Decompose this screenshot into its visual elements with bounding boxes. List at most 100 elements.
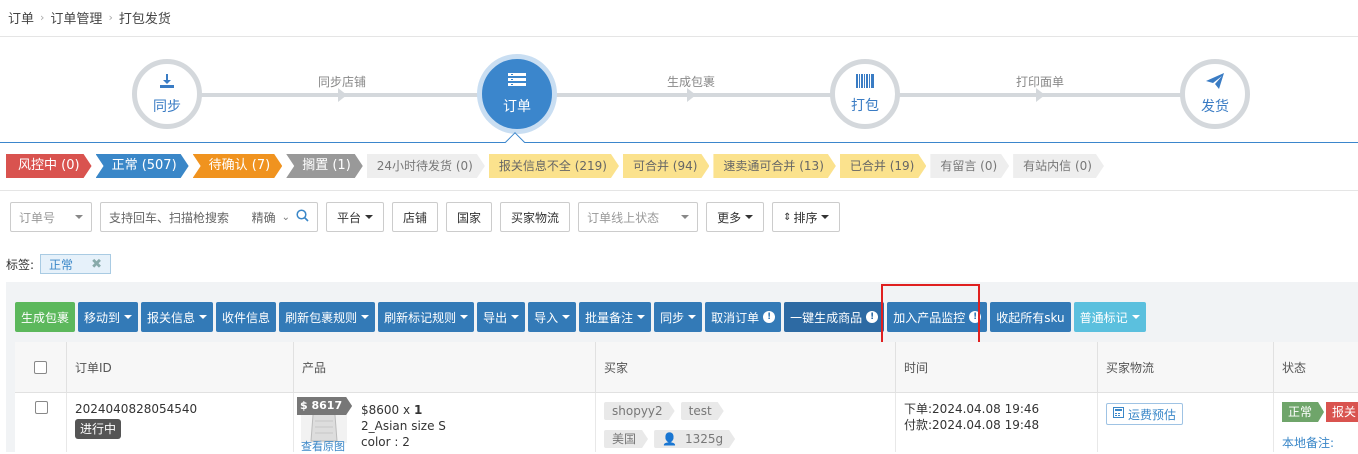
user-icon: 👤: [662, 432, 677, 446]
platform-dropdown[interactable]: 平台: [326, 202, 385, 232]
time-cell: 下单:2024.04.08 19:46 付款:2024.04.08 19:48: [896, 393, 1098, 452]
row-checkbox[interactable]: [35, 401, 48, 414]
buyer-weight: 1325g: [684, 432, 724, 446]
move-to-button[interactable]: 移动到: [78, 302, 139, 332]
refresh-mark-rules-button[interactable]: 刷新标记规则: [378, 302, 475, 332]
info-icon: !: [763, 311, 776, 323]
sync-button[interactable]: 同步: [654, 302, 703, 332]
status-tab-aliexpress-mergeable[interactable]: 速卖通可合并 (13): [713, 154, 835, 178]
status-tag-customs: 报关: [1326, 402, 1358, 422]
generate-package-button[interactable]: 生成包裹: [15, 302, 76, 332]
order-id-cell: 2024040828054540 进行中: [67, 393, 294, 452]
import-button[interactable]: 导入: [528, 302, 577, 332]
qty-multiplier: x: [403, 403, 411, 417]
one-click-generate-product-button[interactable]: 一键生成商品!: [784, 302, 885, 332]
local-remark[interactable]: 本地备注:: [1282, 434, 1334, 451]
refresh-package-rules-button[interactable]: 刷新包裹规则: [279, 302, 376, 332]
step-orders[interactable]: 订单: [477, 54, 557, 134]
normal-mark-button[interactable]: 普通标记: [1073, 302, 1146, 332]
breadcrumb-orders[interactable]: 订单: [8, 8, 34, 27]
header-order-id: 订单ID: [67, 342, 294, 393]
sort-dropdown[interactable]: ⇕ 排序: [772, 202, 841, 232]
more-dropdown[interactable]: 更多: [706, 202, 765, 232]
export-button[interactable]: 导出: [477, 302, 526, 332]
workflow-steps: 同步店铺 生成包裹 打印面单 同步 订单 打包 发货: [0, 37, 1358, 143]
select-label: 订单线上状态: [587, 210, 660, 225]
status-tab-on-hold[interactable]: 搁置 (1): [286, 154, 363, 178]
breadcrumb-pack-ship: 打包发货: [118, 12, 171, 27]
match-mode-select[interactable]: 精确: [252, 209, 276, 226]
arrow-right-icon: [1036, 88, 1045, 102]
product-info: $8600 x 1 2_Asian size S color : 2: [361, 402, 446, 450]
caret-down-icon: [562, 315, 571, 319]
breadcrumb: 订单 › 订单管理 › 打包发货: [8, 8, 171, 27]
price-badge: $ 8617: [297, 397, 352, 415]
breadcrumb-order-management[interactable]: 订单管理: [50, 8, 102, 27]
status-tab-merged[interactable]: 已合并 (19): [840, 154, 926, 178]
product-price: $8600: [361, 403, 400, 417]
recipient-info-button[interactable]: 收件信息: [216, 302, 277, 332]
send-icon: [1206, 72, 1224, 92]
step-sync[interactable]: 同步: [132, 59, 202, 129]
header-buyer-logistics: 买家物流: [1098, 342, 1274, 393]
status-tab-mergeable[interactable]: 可合并 (94): [623, 154, 709, 178]
label-chip-text: 正常: [49, 257, 74, 272]
order-number-select[interactable]: 订单号: [10, 202, 92, 232]
filter-bar: 订单号 支持回车、扫描枪搜索 精确 ⌄ 平台 店铺 国家 买家物流 订单线上状态…: [10, 202, 841, 232]
status-tab-has-message[interactable]: 有留言 (0): [930, 154, 1009, 178]
select-label: 订单号: [19, 210, 56, 225]
buyer-tag-shop: shopyy2: [604, 402, 675, 420]
chevron-down-icon: ⌄: [281, 211, 290, 223]
country-button[interactable]: 国家: [446, 202, 493, 232]
buyer-logistics-button[interactable]: 买家物流: [500, 202, 571, 232]
highlight-box: [881, 284, 980, 350]
buyer-cell: shopyy2 test 美国 👤 1325g: [596, 393, 896, 452]
customs-info-button[interactable]: 报关信息: [141, 302, 214, 332]
status-tab-has-inbox[interactable]: 有站内信 (0): [1013, 154, 1104, 178]
status-tab-24h[interactable]: 24小时待发货 (0): [367, 154, 485, 178]
shop-button[interactable]: 店铺: [392, 202, 439, 232]
caret-down-icon: [365, 215, 374, 219]
search-icon[interactable]: [296, 209, 309, 225]
product-qty: 1: [413, 403, 423, 417]
caret-down-icon: [199, 315, 208, 319]
divider: [0, 190, 1358, 191]
header-status: 状态: [1274, 342, 1358, 393]
list-icon: [508, 72, 526, 92]
label-chip[interactable]: 正常 ✖: [40, 254, 111, 274]
order-time: 下单:2024.04.08 19:46: [904, 402, 1040, 416]
close-icon[interactable]: ✖: [91, 257, 102, 272]
header-buyer: 买家: [596, 342, 896, 393]
status-tab-customs-incomplete[interactable]: 报关信息不全 (219): [489, 154, 619, 178]
product-color: color : 2: [361, 435, 410, 449]
status-tab-pending-confirm[interactable]: 待确认 (7): [193, 154, 283, 178]
status-tab-risk[interactable]: 风控中 (0): [6, 154, 92, 178]
buyer-country: 美国: [604, 430, 648, 448]
header-checkbox-cell: [15, 342, 67, 393]
header-product: 产品: [294, 342, 596, 393]
label-filter: 标签: 正常 ✖: [6, 254, 111, 274]
order-id[interactable]: 2024040828054540: [75, 402, 293, 416]
step-label: 打包: [851, 97, 879, 114]
divider: [0, 142, 1358, 143]
download-icon: [159, 73, 175, 92]
buyer-weight-tag: 👤 1325g: [654, 430, 735, 448]
online-status-select[interactable]: 订单线上状态: [578, 202, 699, 232]
step-ship[interactable]: 发货: [1180, 59, 1250, 129]
status-tag-normal: 正常: [1282, 402, 1324, 422]
collapse-all-sku-button[interactable]: 收起所有sku: [990, 302, 1071, 332]
step-label: 同步: [153, 98, 181, 115]
batch-remark-button[interactable]: 批量备注: [579, 302, 652, 332]
arrow-right-icon: [687, 88, 696, 102]
caret-down-icon: [745, 215, 754, 219]
pay-time: 付款:2024.04.08 19:48: [904, 418, 1040, 432]
search-input[interactable]: 支持回车、扫描枪搜索 精确 ⌄: [100, 202, 318, 232]
cancel-order-button[interactable]: 取消订单!: [705, 302, 782, 332]
calculator-icon: [1113, 407, 1124, 421]
step-pack[interactable]: 打包: [830, 59, 900, 129]
status-tab-normal[interactable]: 正常 (507): [96, 154, 189, 178]
select-all-checkbox[interactable]: [34, 360, 47, 374]
label-filter-title: 标签:: [6, 257, 35, 272]
freight-estimate-button[interactable]: 运费预估: [1106, 403, 1184, 425]
product-sku: 2_Asian size S: [361, 419, 446, 433]
